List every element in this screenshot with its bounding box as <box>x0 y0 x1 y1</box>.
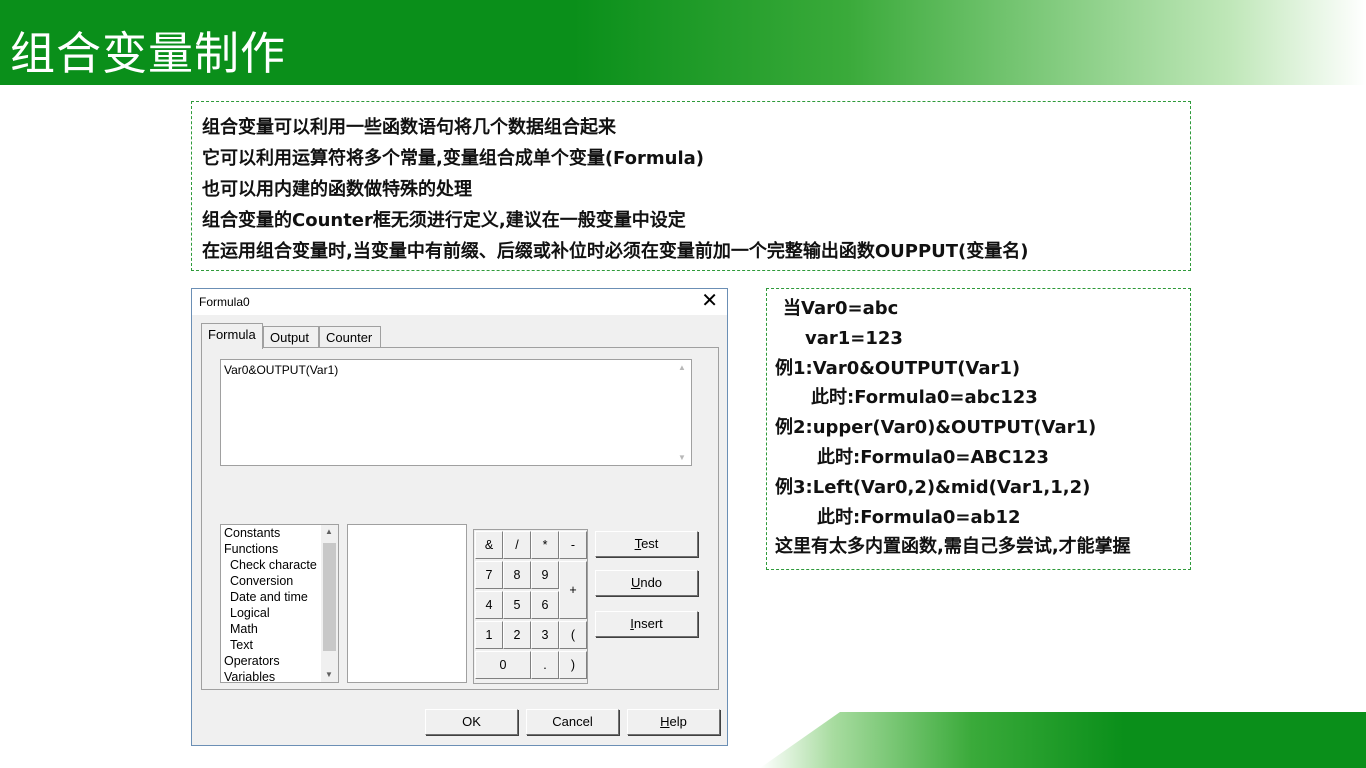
example-line: 例2:upper(Var0)&OUTPUT(Var1) <box>775 417 1097 439</box>
key-2[interactable]: 2 <box>503 621 531 649</box>
key-4[interactable]: 4 <box>475 591 503 619</box>
operator-keypad: & / * - 7 8 9 + 4 5 6 1 2 3 ( 0 . ) <box>473 529 588 684</box>
formula-tab-panel: Var0&OUTPUT(Var1) ▲ ▼ Constants Function… <box>201 347 719 690</box>
slide-title-bar: 组合变量制作 <box>0 0 1366 85</box>
example-line: 例3:Left(Var0,2)&mid(Var1,1,2) <box>775 476 1091 498</box>
formula-scrollbar[interactable]: ▲ ▼ <box>674 360 691 465</box>
key-plus[interactable]: + <box>559 561 587 619</box>
info-line: 在运用组合变量时,当变量中有前缀、后缀或补位时必须在变量前加一个完整输出函数OU… <box>202 241 1029 262</box>
key-minus[interactable]: - <box>559 531 587 559</box>
info-line: 也可以用内建的函数做特殊的处理 <box>202 179 472 200</box>
info-line: 组合变量可以利用一些函数语句将几个数据组合起来 <box>202 117 616 138</box>
ok-button[interactable]: OK <box>425 709 518 735</box>
button-label: elp <box>669 714 687 729</box>
mnemonic: H <box>660 714 670 729</box>
tab-output[interactable]: Output <box>263 326 319 348</box>
key-0[interactable]: 0 <box>475 651 531 679</box>
undo-button[interactable]: Undo <box>595 570 698 596</box>
key-ampersand[interactable]: & <box>475 531 503 559</box>
function-list[interactable] <box>347 524 467 683</box>
button-label: est <box>641 536 659 551</box>
dialog-title-bar[interactable]: Formula0 ✕ <box>192 289 727 315</box>
info-line: 组合变量的Counter框无须进行定义,建议在一般变量中设定 <box>202 210 686 231</box>
help-button[interactable]: Help <box>627 709 720 735</box>
key-right-paren[interactable]: ) <box>559 651 587 679</box>
tab-formula[interactable]: Formula <box>201 323 263 349</box>
tab-label: Formula <box>208 327 256 342</box>
scroll-up-icon[interactable]: ▲ <box>325 527 333 536</box>
example-line: 这里有太多内置函数,需自己多尝试,才能掌握 <box>775 536 1131 558</box>
decorative-band <box>760 712 1366 768</box>
insert-button[interactable]: Insert <box>595 611 698 637</box>
key-1[interactable]: 1 <box>475 621 503 649</box>
slide-title: 组合变量制作 <box>10 27 287 80</box>
key-left-paren[interactable]: ( <box>559 621 587 649</box>
example-box: 当Var0=abc var1=123 例1:Var0&OUTPUT(Var1) … <box>766 288 1191 570</box>
tab-counter[interactable]: Counter <box>319 326 381 348</box>
formula-value: Var0&OUTPUT(Var1) <box>224 363 339 377</box>
scroll-thumb[interactable] <box>323 543 336 651</box>
key-slash[interactable]: / <box>503 531 531 559</box>
category-scrollbar[interactable]: ▲ ▼ <box>321 525 338 682</box>
formula-textarea[interactable]: Var0&OUTPUT(Var1) ▲ ▼ <box>220 359 692 466</box>
test-button[interactable]: Test <box>595 531 698 557</box>
scroll-up-icon[interactable]: ▲ <box>678 363 686 372</box>
example-line: 此时:Formula0=ab12 <box>817 506 1021 528</box>
key-8[interactable]: 8 <box>503 561 531 589</box>
key-dot[interactable]: . <box>531 651 559 679</box>
key-5[interactable]: 5 <box>503 591 531 619</box>
tab-label: Counter <box>326 330 373 345</box>
key-multiply[interactable]: * <box>531 531 559 559</box>
button-label: ndo <box>640 575 663 590</box>
example-line: 此时:Formula0=abc123 <box>811 387 1038 409</box>
dialog-title: Formula0 <box>199 295 250 309</box>
formula-dialog: Formula0 ✕ Formula Output Counter Var0&O… <box>191 288 728 746</box>
example-line: var1=123 <box>805 327 903 349</box>
example-line: 例1:Var0&OUTPUT(Var1) <box>775 357 1021 379</box>
info-line: 它可以利用运算符将多个常量,变量组合成单个变量(Formula) <box>202 148 704 169</box>
cancel-button[interactable]: Cancel <box>526 709 619 735</box>
info-box: 组合变量可以利用一些函数语句将几个数据组合起来 它可以利用运算符将多个常量,变量… <box>191 101 1191 271</box>
button-label: nsert <box>633 616 663 631</box>
key-6[interactable]: 6 <box>531 591 559 619</box>
scroll-down-icon[interactable]: ▼ <box>678 453 686 462</box>
key-3[interactable]: 3 <box>531 621 559 649</box>
mnemonic: U <box>630 575 641 590</box>
tab-label: Output <box>270 330 310 345</box>
category-list[interactable]: Constants Functions Check characte Conve… <box>220 524 339 683</box>
key-7[interactable]: 7 <box>475 561 503 589</box>
example-line: 此时:Formula0=ABC123 <box>817 446 1049 468</box>
close-icon[interactable]: ✕ <box>701 290 718 312</box>
example-line: 当Var0=abc <box>783 298 899 319</box>
key-9[interactable]: 9 <box>531 561 559 589</box>
scroll-down-icon[interactable]: ▼ <box>325 670 333 679</box>
